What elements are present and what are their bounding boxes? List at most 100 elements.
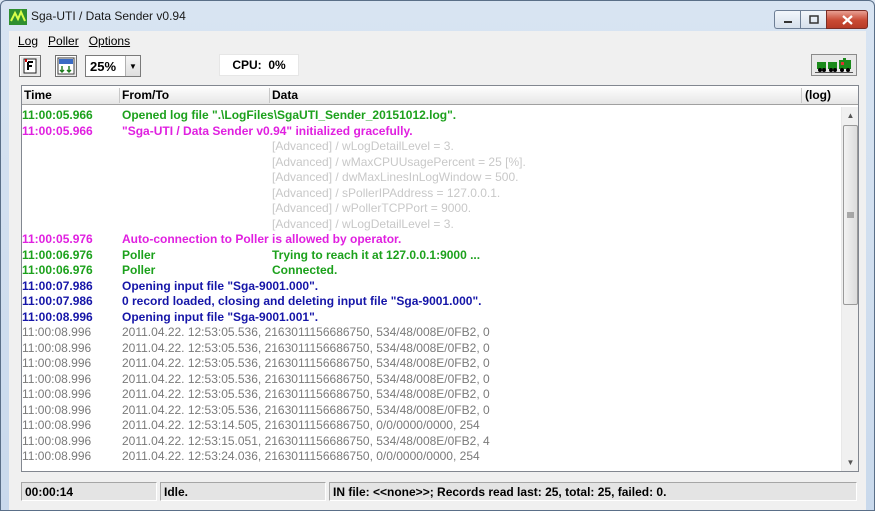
title-bar[interactable]: Sga-UTI / Data Sender v0.94: [1, 1, 874, 31]
cpu-value: 0%: [268, 58, 286, 72]
row-data: 0 record loaded, closing and deleting in…: [122, 294, 482, 308]
log-row[interactable]: 11:00:05.966 "Sga-UTI / Data Sender v0.94…: [22, 123, 841, 139]
row-data: 2011.04.22. 12:53:05.536, 21630111566867…: [122, 356, 490, 370]
menu-log-label: Log: [18, 34, 39, 48]
maximize-button[interactable]: [800, 10, 826, 29]
log-row[interactable]: 11:00:08.996 Opening input file "Sga-9001…: [22, 309, 841, 325]
connection-status-button[interactable]: [811, 54, 857, 76]
log-row[interactable]: 11:00:07.986 Opening input file "Sga-9001…: [22, 278, 841, 294]
row-data: Trying to reach it at 127.0.0.1:9000 ...: [272, 247, 481, 262]
minimize-button[interactable]: [774, 10, 800, 29]
row-time: 11:00:08.996: [22, 387, 92, 401]
log-frame: Time From/To Data (log) 11:00:05.966 Open…: [9, 81, 866, 477]
log-row[interactable]: 11:00:08.996 2011.04.22. 12:53:24.036, 21…: [22, 448, 841, 464]
auto-scroll-icon: [57, 57, 75, 75]
menu-bar: Log Poller Options: [9, 31, 866, 51]
row-time: 11:00:06.976: [22, 263, 93, 277]
scroll-down-icon[interactable]: ▼: [842, 454, 858, 471]
status-info: IN file: <<none>>; Records read last: 25…: [329, 482, 857, 501]
log-header: Time From/To Data (log): [22, 86, 858, 105]
status-elapsed: 00:00:14: [21, 482, 157, 501]
row-data: [Advanced] / wMaxCPUUsagePercent = 25 [%…: [272, 154, 526, 169]
window-controls: [774, 10, 868, 29]
window-title: Sga-UTI / Data Sender v0.94: [31, 9, 186, 23]
log-row[interactable]: 11:00:08.996 2011.04.22. 12:53:15.051, 21…: [22, 433, 841, 449]
minimize-icon: [783, 20, 792, 23]
row-time: 11:00:08.996: [22, 449, 92, 463]
menu-options-label: Options: [88, 34, 131, 48]
column-divider[interactable]: [269, 88, 270, 103]
zoom-value: 25%: [90, 58, 117, 74]
log-row[interactable]: 11:00:06.976 Poller Trying to reach it at …: [22, 247, 841, 263]
column-from-to[interactable]: From/To: [122, 88, 169, 102]
menu-options[interactable]: Options: [84, 34, 135, 48]
log-row[interactable]: 11:00:08.996 2011.04.22. 12:53:05.536, 21…: [22, 355, 841, 371]
auto-scroll-button[interactable]: [55, 55, 77, 77]
column-divider[interactable]: [801, 88, 802, 103]
row-data: Opened log file ".\LogFiles\SgaUTI_Sende…: [122, 108, 457, 122]
log-row[interactable]: [Advanced] / wLogDetailLevel = 3.: [22, 138, 841, 154]
log-row[interactable]: 11:00:06.976 Poller Connected.: [22, 262, 841, 278]
log-row[interactable]: [Advanced] / sPollerIPAddress = 127.0.0.…: [22, 185, 841, 201]
train-icon: [815, 58, 853, 73]
column-time[interactable]: Time: [24, 88, 52, 102]
close-icon: [841, 14, 853, 25]
log-row[interactable]: 11:00:08.996 2011.04.22. 12:53:05.536, 21…: [22, 340, 841, 356]
log-row[interactable]: [Advanced] / wMaxCPUUsagePercent = 25 [%…: [22, 154, 841, 170]
row-data: "Sga-UTI / Data Sender v0.94" initialize…: [122, 123, 413, 138]
log-row[interactable]: 11:00:08.996 2011.04.22. 12:53:05.536, 21…: [22, 386, 841, 402]
scroll-thumb[interactable]: [843, 125, 858, 305]
cpu-indicator: CPU: 0%: [219, 54, 299, 76]
log-list[interactable]: Time From/To Data (log) 11:00:05.966 Open…: [21, 85, 859, 472]
log-row[interactable]: [Advanced] / dwMaxLinesInLogWindow = 500…: [22, 169, 841, 185]
log-file-icon: [23, 58, 37, 74]
log-file-button[interactable]: [19, 55, 41, 77]
column-data[interactable]: Data: [272, 88, 298, 102]
row-time: 11:00:07.986: [22, 294, 93, 308]
maximize-icon: [808, 15, 819, 24]
log-row[interactable]: 11:00:08.996 2011.04.22. 12:53:14.505, 21…: [22, 417, 841, 433]
close-button[interactable]: [826, 10, 868, 29]
row-data: Connected.: [272, 263, 338, 277]
row-time: 11:00:08.996: [22, 433, 92, 448]
toolbar: 25% ▼ CPU: 0%: [9, 51, 866, 81]
column-log[interactable]: (log): [805, 88, 831, 102]
status-state: Idle.: [160, 482, 326, 501]
log-row[interactable]: 11:00:08.996 2011.04.22. 12:53:05.536, 21…: [22, 402, 841, 418]
zoom-select[interactable]: 25% ▼: [85, 55, 141, 77]
log-row[interactable]: 11:00:05.966 Opened log file ".\LogFiles\…: [22, 107, 841, 123]
row-data: 2011.04.22. 12:53:05.536, 21630111566867…: [122, 371, 490, 386]
scroll-up-icon[interactable]: ▲: [842, 107, 858, 124]
row-data: [Advanced] / sPollerIPAddress = 127.0.0.…: [272, 185, 501, 200]
log-rows: 11:00:05.966 Opened log file ".\LogFiles\…: [22, 107, 841, 471]
log-row[interactable]: [Advanced] / wPollerTCPPort = 9000.: [22, 200, 841, 216]
row-data: Opening input file "Sga-9001.001".: [122, 309, 319, 324]
menu-log[interactable]: Log: [13, 34, 43, 48]
row-data: [Advanced] / dwMaxLinesInLogWindow = 500…: [272, 170, 519, 184]
menu-poller[interactable]: Poller: [43, 34, 84, 48]
row-data: Auto-connection to Poller is allowed by …: [122, 232, 402, 246]
row-data: [Advanced] / wLogDetailLevel = 3.: [272, 139, 454, 153]
menu-poller-label: Poller: [48, 34, 79, 48]
column-divider[interactable]: [119, 88, 120, 103]
status-bar: 00:00:14 Idle. IN file: <<none>>; Record…: [9, 477, 866, 510]
log-row[interactable]: 11:00:05.976 Auto-connection to Poller is…: [22, 231, 841, 247]
dropdown-arrow-icon[interactable]: ▼: [125, 56, 140, 76]
log-row[interactable]: [Advanced] / wLogDetailLevel = 3.: [22, 216, 841, 232]
row-time: 11:00:05.966: [22, 123, 93, 138]
row-time: 11:00:08.996: [22, 402, 92, 417]
log-row[interactable]: 11:00:08.996 2011.04.22. 12:53:05.536, 21…: [22, 324, 841, 340]
row-time: 11:00:08.996: [22, 356, 92, 370]
cpu-label: CPU:: [232, 58, 262, 72]
row-data: 2011.04.22. 12:53:15.051, 21630111566867…: [122, 433, 490, 448]
vertical-scrollbar[interactable]: ▲ ▼: [841, 107, 858, 471]
row-time: 11:00:08.996: [22, 418, 92, 432]
row-time: 11:00:05.966: [22, 108, 93, 122]
row-time: 11:00:06.976: [22, 247, 93, 262]
log-row[interactable]: 11:00:07.986 0 record loaded, closing and…: [22, 293, 841, 309]
row-time: 11:00:07.986: [22, 278, 93, 293]
log-row[interactable]: 11:00:08.996 2011.04.22. 12:53:05.536, 21…: [22, 371, 841, 387]
row-time: 11:00:08.996: [22, 371, 92, 386]
row-time: 11:00:08.996: [22, 340, 92, 355]
row-data: 2011.04.22. 12:53:05.536, 21630111566867…: [122, 402, 490, 417]
